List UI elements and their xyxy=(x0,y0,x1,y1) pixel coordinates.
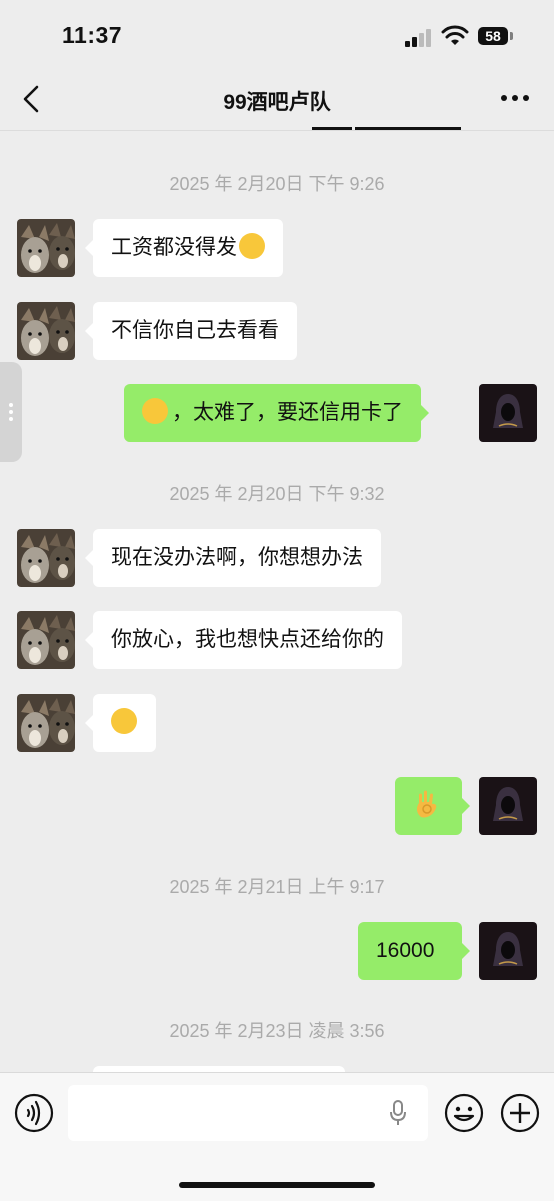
contact-avatar[interactable] xyxy=(17,694,75,752)
message-bubble-outgoing[interactable] xyxy=(395,777,470,835)
message-text: 工资都没得发 xyxy=(111,236,237,259)
more-icon[interactable] xyxy=(498,86,532,110)
nav-bar: 99酒吧卢队 xyxy=(0,70,554,131)
message-bubble[interactable]: 工资都没得发 xyxy=(85,219,283,277)
crying-laughing-emoji-icon xyxy=(239,233,265,260)
battery-tip xyxy=(510,32,513,40)
contact-avatar[interactable] xyxy=(17,529,75,587)
chat-title: 99酒吧卢队 xyxy=(223,91,331,114)
grinning-emoji-icon xyxy=(142,398,168,425)
contact-avatar[interactable] xyxy=(17,302,75,360)
contact-avatar[interactable] xyxy=(17,611,75,669)
message-input[interactable] xyxy=(68,1085,428,1141)
message-bubble[interactable]: 现在没办法啊，你想想办法 xyxy=(85,529,381,587)
message-text: 你放心，我也想快点还给你的 xyxy=(111,628,384,651)
contact-avatar[interactable] xyxy=(17,219,75,277)
message-bubble[interactable] xyxy=(85,694,156,752)
wifi-icon xyxy=(441,25,469,45)
message-bubble-outgoing[interactable]: 16000 xyxy=(358,922,470,980)
crying-laughing-emoji-icon xyxy=(111,708,137,735)
status-bar: 11:37 58 xyxy=(0,0,554,70)
mic-icon[interactable] xyxy=(388,1099,408,1127)
message-bubble-outgoing[interactable]: ，太难了，要还信用卡了 xyxy=(124,384,429,442)
ok-hand-emoji-icon xyxy=(416,790,437,818)
voice-icon[interactable] xyxy=(14,1093,54,1133)
plus-icon[interactable] xyxy=(500,1093,540,1133)
battery-icon: 58 xyxy=(478,27,508,45)
message-bubble[interactable]: 你放心，我也想快点还给你的 xyxy=(85,611,402,669)
home-indicator xyxy=(179,1182,375,1188)
timestamp: 2025 年 2月21日 上午 9:17 xyxy=(169,877,385,897)
my-avatar[interactable] xyxy=(479,922,537,980)
status-time: 11:37 xyxy=(62,22,123,48)
message-text: 现在没办法啊，你想想办法 xyxy=(111,546,363,569)
timestamp: 2025 年 2月23日 凌晨 3:56 xyxy=(169,1021,385,1041)
message-text: 16000 xyxy=(376,939,435,962)
message-text: 不信你自己去看看 xyxy=(111,319,279,342)
timestamp: 2025 年 2月20日 下午 9:26 xyxy=(169,174,385,194)
cellular-signal-icon xyxy=(405,29,433,47)
my-avatar[interactable] xyxy=(479,384,537,442)
scroll-indicator-right xyxy=(355,127,461,130)
timestamp: 2025 年 2月20日 下午 9:32 xyxy=(169,484,385,504)
my-avatar[interactable] xyxy=(479,777,537,835)
emoji-icon[interactable] xyxy=(444,1093,484,1133)
message-text: ，太难了，要还信用卡了 xyxy=(172,401,403,424)
scroll-indicator-left xyxy=(312,127,352,130)
message-bubble[interactable]: 不信你自己去看看 xyxy=(85,302,297,360)
side-drawer-handle[interactable] xyxy=(0,362,22,462)
